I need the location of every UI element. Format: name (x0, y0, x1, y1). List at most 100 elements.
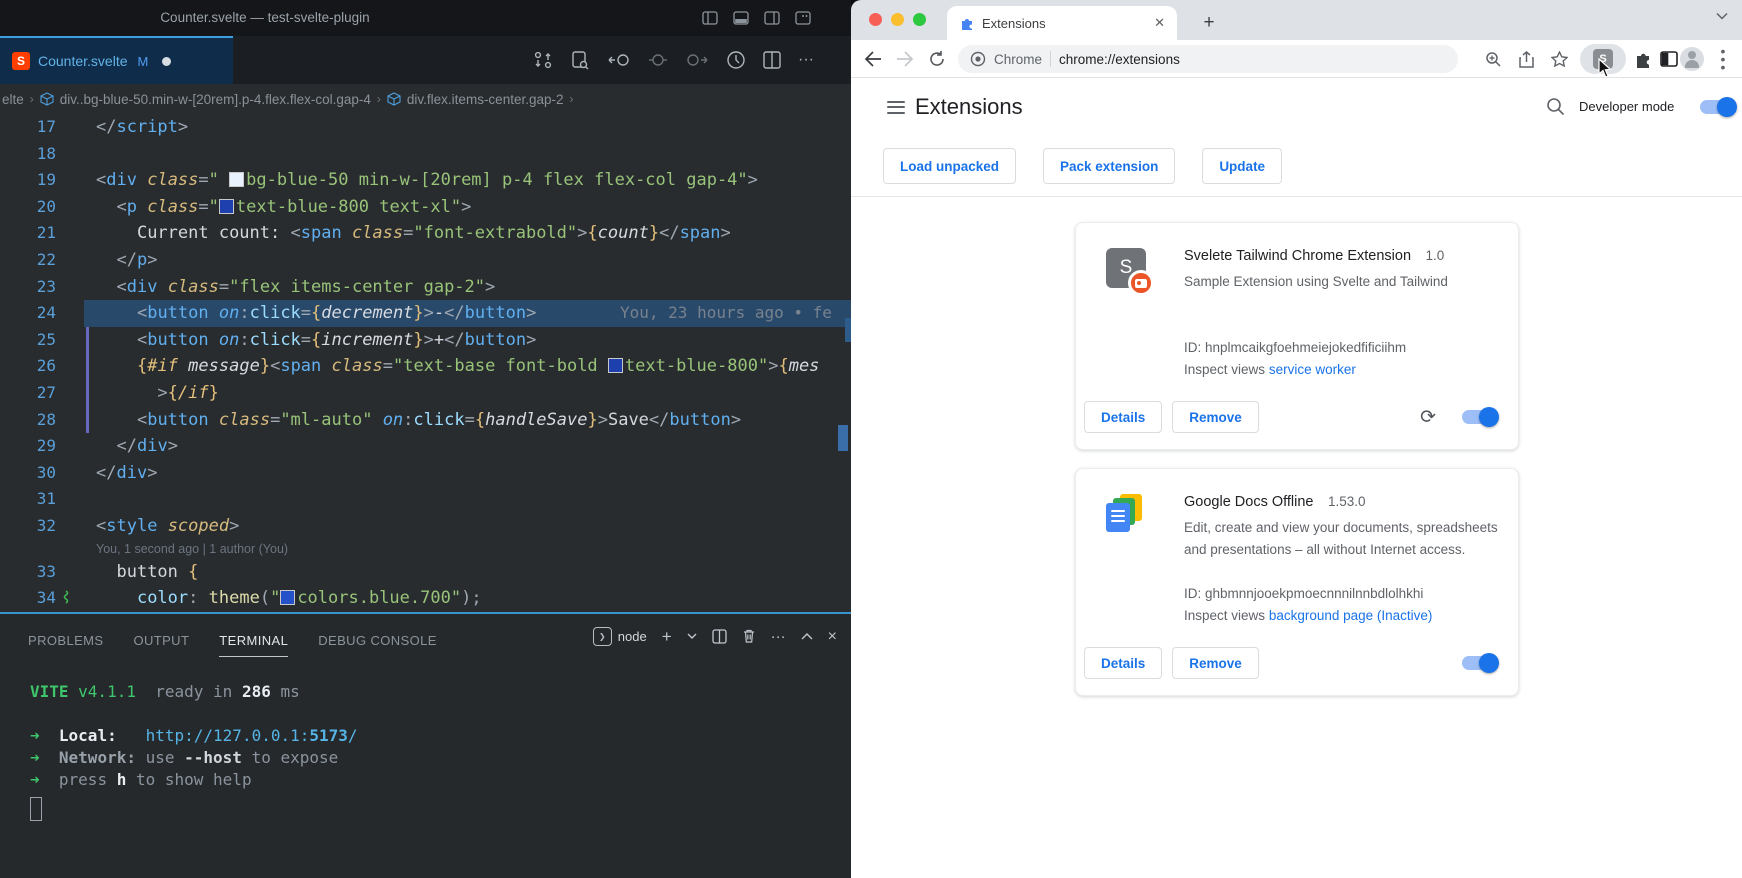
breadcrumb-prefix[interactable]: elte (2, 92, 24, 107)
color-decorator-swatch[interactable] (229, 172, 244, 187)
extension-id: ID: hnplmcaikgfoehmeiejokedfificiihm (1184, 337, 1406, 359)
tab-terminal[interactable]: TERMINAL (219, 633, 288, 657)
update-button[interactable]: Update (1202, 148, 1282, 184)
code-editor[interactable]: 17</script>1819<div class=" bg-blue-50 m… (0, 114, 851, 612)
load-unpacked-button[interactable]: Load unpacked (883, 148, 1016, 184)
toggle-panel-icon[interactable] (733, 11, 749, 25)
extensions-puzzle-icon[interactable] (1631, 47, 1655, 71)
remove-button[interactable]: Remove (1172, 647, 1259, 679)
line-number[interactable]: 19 (0, 167, 56, 194)
line-number[interactable]: 26 (0, 353, 56, 380)
reload-icon[interactable] (925, 47, 949, 71)
side-panel-icon[interactable] (1657, 47, 1681, 71)
pack-extension-button[interactable]: Pack extension (1043, 148, 1175, 184)
toggle-sidebar-icon[interactable] (702, 11, 718, 25)
omnibox[interactable]: Chrome chrome://extensions (958, 45, 1458, 73)
remove-button[interactable]: Remove (1172, 401, 1259, 433)
tab-search-chevron-icon[interactable] (1716, 12, 1728, 20)
split-editor-icon[interactable] (763, 51, 781, 69)
macos-close-button[interactable] (869, 13, 882, 26)
line-number[interactable]: 34 (0, 585, 56, 612)
unsaved-dot-icon[interactable] (162, 57, 171, 66)
line-number[interactable]: 22 (0, 247, 56, 274)
tab-close-icon[interactable]: ✕ (1154, 15, 1165, 31)
line-number[interactable]: 33 (0, 559, 56, 586)
profile-avatar[interactable] (1680, 47, 1704, 71)
macos-zoom-button[interactable] (913, 13, 926, 26)
launch-profile-chevron-icon[interactable] (687, 632, 697, 640)
kill-terminal-icon[interactable] (742, 628, 756, 644)
codelens-blame[interactable]: You, 1 second ago | 1 author (You) (0, 540, 851, 559)
details-button[interactable]: Details (1084, 401, 1162, 433)
scrollbar-decoration[interactable] (838, 425, 848, 451)
back-icon[interactable] (861, 47, 885, 71)
service-worker-link[interactable]: service worker (1269, 362, 1356, 377)
chrome-toolbar: Chrome chrome://extensions S ••• (851, 40, 1742, 78)
tab-output[interactable]: OUTPUT (133, 633, 189, 648)
line-number[interactable]: 23 (0, 274, 56, 301)
line-number[interactable]: 29 (0, 433, 56, 460)
line-number[interactable]: 27 (0, 380, 56, 407)
tab-counter-svelte[interactable]: S Counter.svelte M (0, 36, 233, 84)
chrome-menu-icon[interactable]: ••• (1717, 47, 1729, 71)
more-actions-icon[interactable]: ··· (798, 51, 814, 69)
breadcrumb-item[interactable]: div.flex.items-center.gap-2 (407, 92, 564, 107)
maximize-panel-icon[interactable] (801, 632, 813, 640)
compare-changes-icon[interactable] (533, 50, 553, 70)
extension-version: 1.53.0 (1328, 494, 1366, 509)
line-number[interactable]: 30 (0, 460, 56, 487)
line-number[interactable]: 17 (0, 114, 56, 141)
share-icon[interactable] (1514, 47, 1538, 71)
forward-icon[interactable] (893, 47, 917, 71)
breadcrumb-item[interactable]: div..bg-blue-50.min-w-[20rem].p-4.flex.f… (60, 92, 371, 107)
tab-problems[interactable]: PROBLEMS (28, 633, 103, 648)
previous-change-icon[interactable] (607, 50, 631, 70)
reload-extension-icon[interactable]: ⟳ (1420, 408, 1436, 427)
terminal-shell-selector[interactable]: ❯ node (593, 627, 647, 646)
next-change-icon[interactable] (685, 50, 709, 70)
line-number[interactable]: 32 (0, 513, 56, 540)
close-panel-icon[interactable]: × (828, 628, 837, 645)
menu-hamburger-icon[interactable] (887, 97, 905, 117)
url-text[interactable]: chrome://extensions (1059, 52, 1180, 67)
background-page-link[interactable]: background page (Inactive) (1269, 608, 1433, 623)
site-info-icon[interactable] (970, 51, 986, 67)
split-terminal-icon[interactable] (712, 629, 727, 644)
timeline-icon[interactable] (726, 50, 746, 70)
color-decorator-swatch[interactable] (280, 590, 295, 605)
browser-tab-extensions[interactable]: Extensions ✕ (947, 6, 1177, 40)
new-tab-button[interactable]: + (1195, 9, 1223, 37)
new-terminal-icon[interactable]: + (662, 628, 672, 645)
line-number[interactable]: 21 (0, 220, 56, 247)
search-icon[interactable] (1546, 97, 1565, 116)
developer-mode-toggle[interactable] (1700, 100, 1734, 114)
zoom-icon[interactable] (1481, 47, 1505, 71)
line-number[interactable]: 24 (0, 300, 56, 327)
editor-actions: ··· (533, 36, 814, 84)
customize-layout-icon[interactable] (795, 11, 811, 25)
code-line: 30</div> (0, 460, 851, 487)
extension-enabled-toggle[interactable] (1462, 410, 1496, 424)
macos-minimize-button[interactable] (891, 13, 904, 26)
line-number[interactable]: 28 (0, 407, 56, 434)
panel-more-icon[interactable]: ··· (771, 628, 786, 645)
extension-enabled-toggle[interactable] (1462, 656, 1496, 670)
color-decorator-swatch[interactable] (608, 358, 623, 373)
bookmark-star-icon[interactable] (1547, 47, 1571, 71)
code-line: 32<style scoped> (0, 513, 851, 540)
google-docs-icon (1106, 494, 1146, 534)
tab-debug-console[interactable]: DEBUG CONSOLE (318, 633, 437, 648)
vscode-window: Counter.svelte — test-svelte-plugin S Co… (0, 0, 851, 878)
editor-panel-sash[interactable] (0, 612, 851, 614)
terminal-output[interactable]: VITE v4.1.1 ready in 286 ms ➜ Local: htt… (0, 657, 851, 791)
line-number[interactable]: 18 (0, 141, 56, 168)
open-preview-icon[interactable] (570, 50, 590, 70)
details-button[interactable]: Details (1084, 647, 1162, 679)
line-number[interactable]: 31 (0, 486, 56, 513)
breadcrumb[interactable]: elte › div..bg-blue-50.min-w-[20rem].p-4… (0, 84, 851, 114)
toggle-secondary-sidebar-icon[interactable] (764, 11, 780, 25)
current-change-icon[interactable] (648, 50, 668, 70)
line-number[interactable]: 25 (0, 327, 56, 354)
line-number[interactable]: 20 (0, 194, 56, 221)
color-decorator-swatch[interactable] (219, 199, 234, 214)
